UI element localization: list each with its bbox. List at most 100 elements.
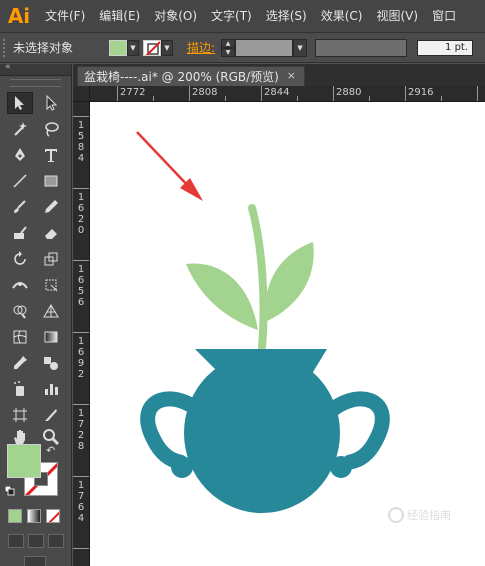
variable-width-profile[interactable] bbox=[315, 38, 408, 57]
ruler-tick bbox=[189, 86, 190, 101]
ruler-tick bbox=[261, 86, 262, 101]
magic-wand-icon bbox=[14, 122, 27, 136]
illustrator-window: Ai 文件(F) 编辑(E) 对象(O) 文字(T) 选择(S) 效果(C) 视… bbox=[0, 0, 485, 566]
chevron-down-icon[interactable]: ▼ bbox=[161, 39, 173, 56]
line-segment-tool[interactable] bbox=[7, 170, 33, 192]
color-mode-button[interactable] bbox=[8, 509, 22, 523]
scale-tool[interactable] bbox=[38, 248, 64, 270]
draw-behind-button[interactable] bbox=[28, 534, 44, 548]
blob-brush-tool[interactable] bbox=[7, 222, 33, 244]
menu-select[interactable]: 选择(S) bbox=[259, 0, 314, 33]
perspective-grid-tool[interactable] bbox=[38, 300, 64, 322]
draw-inside-button[interactable] bbox=[48, 534, 64, 548]
stroke-weight-field[interactable] bbox=[235, 38, 294, 57]
selection-status: 未选择对象 bbox=[13, 41, 74, 55]
selection-tool[interactable] bbox=[7, 92, 33, 114]
document-tab[interactable]: 盆栽椅----.ai* @ 200% (RGB/预览) × bbox=[77, 66, 305, 86]
stepper-down-icon[interactable]: ▼ bbox=[221, 47, 236, 57]
pencil-tool[interactable] bbox=[38, 196, 64, 218]
panel-grip[interactable] bbox=[3, 38, 9, 57]
ruler-origin[interactable] bbox=[73, 86, 90, 102]
left-leaf[interactable] bbox=[186, 263, 258, 330]
width-tool[interactable] bbox=[7, 274, 33, 296]
stroke-color-picker[interactable]: ▼ bbox=[143, 38, 173, 58]
ruler-tick bbox=[441, 96, 442, 101]
magic-wand-tool[interactable] bbox=[7, 118, 33, 140]
fill-swatch[interactable] bbox=[109, 39, 127, 56]
default-colors-icon[interactable] bbox=[5, 486, 15, 496]
rectangle-tool[interactable] bbox=[38, 170, 64, 192]
menu-type[interactable]: 文字(T) bbox=[204, 0, 259, 33]
spray-can-icon bbox=[14, 381, 24, 396]
rotate-tool[interactable] bbox=[7, 248, 33, 270]
ruler-tick bbox=[73, 548, 89, 549]
artboard-tool[interactable] bbox=[7, 404, 33, 426]
ruler-label: 2808 bbox=[192, 87, 218, 98]
eraser-icon bbox=[45, 229, 57, 239]
shape-builder-tool[interactable] bbox=[7, 300, 33, 322]
free-transform-tool[interactable] bbox=[38, 274, 64, 296]
horizontal-ruler[interactable]: 2772 2808 2844 2880 2916 bbox=[90, 86, 485, 102]
stroke-none-swatch[interactable] bbox=[143, 39, 161, 56]
tools-panel: « ↶ bbox=[0, 62, 72, 566]
menu-file[interactable]: 文件(F) bbox=[38, 0, 92, 33]
eyedropper-tool[interactable] bbox=[7, 352, 33, 374]
gradient-mode-button[interactable] bbox=[27, 509, 41, 523]
chevron-down-icon[interactable]: ▼ bbox=[127, 39, 139, 56]
close-icon[interactable]: × bbox=[287, 69, 296, 82]
gradient-tool[interactable] bbox=[38, 326, 64, 348]
stepper-up-icon[interactable]: ▲ bbox=[221, 38, 236, 48]
direct-selection-tool[interactable] bbox=[38, 92, 64, 114]
menu-object[interactable]: 对象(O) bbox=[147, 0, 204, 33]
slice-tool[interactable] bbox=[38, 404, 64, 426]
mesh-tool[interactable] bbox=[7, 326, 33, 348]
bar-chart-icon bbox=[45, 384, 58, 395]
brush-size-value: 1 pt. bbox=[445, 41, 469, 53]
menu-window[interactable]: 窗口 bbox=[425, 0, 463, 33]
stroke-label[interactable]: 描边: bbox=[187, 39, 215, 56]
tools-panel-grip[interactable] bbox=[10, 79, 61, 87]
menu-view[interactable]: 视图(V) bbox=[369, 0, 425, 33]
gradient-icon bbox=[44, 331, 58, 343]
brush-size-field[interactable]: 1 pt. bbox=[417, 39, 474, 56]
none-mode-button[interactable] bbox=[46, 509, 60, 523]
menu-edit[interactable]: 编辑(E) bbox=[92, 0, 147, 33]
type-tool[interactable] bbox=[38, 144, 64, 166]
ruler-tick bbox=[405, 86, 406, 101]
ruler-tick bbox=[333, 86, 334, 101]
arrow-cursor-icon bbox=[15, 96, 24, 110]
blob-brush-icon bbox=[14, 226, 27, 239]
fill-color-box[interactable] bbox=[7, 444, 41, 478]
menu-effect[interactable]: 效果(C) bbox=[314, 0, 370, 33]
tools-panel-header[interactable]: « bbox=[0, 62, 71, 76]
lasso-tool[interactable] bbox=[38, 118, 64, 140]
app-logo: Ai bbox=[7, 4, 31, 28]
chevron-down-icon[interactable]: ▼ bbox=[293, 38, 308, 57]
watermark-text: 经验指南 bbox=[407, 509, 451, 522]
fill-color-picker[interactable]: ▼ bbox=[109, 38, 139, 58]
pen-tool[interactable] bbox=[7, 144, 33, 166]
ruler-tick bbox=[297, 96, 298, 101]
right-leaf[interactable] bbox=[264, 242, 314, 322]
vertical-ruler[interactable]: 1584 1620 1656 1692 1728 1764 bbox=[73, 102, 90, 566]
swap-colors-icon[interactable]: ↶ bbox=[46, 444, 55, 457]
none-slash-icon bbox=[145, 40, 160, 55]
draw-normal-button[interactable] bbox=[8, 534, 24, 548]
stroke-weight-stepper[interactable]: ▲ ▼ bbox=[221, 38, 236, 57]
ruler-label-text: 1656 bbox=[77, 264, 85, 308]
blend-tool[interactable] bbox=[38, 352, 64, 374]
artboard-canvas[interactable] bbox=[90, 102, 485, 566]
ruler-label: 2880 bbox=[336, 87, 362, 98]
draw-mode-row bbox=[8, 534, 64, 548]
pencil-icon bbox=[45, 200, 58, 213]
ruler-tick bbox=[73, 188, 89, 189]
column-graph-tool[interactable] bbox=[38, 378, 64, 400]
paintbrush-tool[interactable] bbox=[7, 196, 33, 218]
screen-mode-button[interactable] bbox=[24, 556, 46, 566]
collapse-icon[interactable]: « bbox=[5, 62, 11, 72]
mesh-icon bbox=[13, 330, 27, 344]
eraser-tool[interactable] bbox=[38, 222, 64, 244]
symbol-sprayer-tool[interactable] bbox=[7, 378, 33, 400]
none-slash-icon bbox=[48, 511, 59, 522]
rotate-icon bbox=[14, 251, 26, 265]
